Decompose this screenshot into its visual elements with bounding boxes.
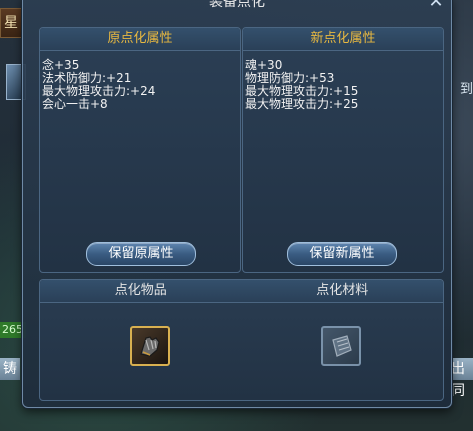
gauntlet-icon (140, 336, 160, 357)
keep-new-button[interactable]: 保留新属性 (287, 242, 397, 266)
keep-original-button[interactable]: 保留原属性 (86, 242, 196, 266)
item-slot-label: 点化物品 (114, 283, 167, 298)
material-slot[interactable] (321, 326, 361, 366)
close-icon[interactable]: ✕ (427, 0, 445, 11)
material-slot-label: 点化材料 (316, 283, 369, 298)
attribute-line: 会心一击+8 (42, 97, 108, 111)
left-tab[interactable]: 星 (0, 8, 22, 38)
left-bottom-button[interactable]: 铸 (0, 358, 20, 380)
right-side-text: 到 (459, 82, 473, 97)
original-attributes-panel: 原点化属性 念+35 法术防御力:+21 最大物理攻击力:+24 会心一击+8 … (39, 27, 241, 273)
original-attributes-heading: 原点化属性 (40, 28, 240, 51)
item-slot[interactable] (130, 326, 170, 366)
right-bottom-button[interactable]: 出同 (451, 358, 473, 399)
attribute-line: 最大物理攻击力:+25 (245, 97, 359, 111)
refine-slots-panel: 点化物品 点化材料 (39, 279, 444, 401)
new-attributes-heading: 新点化属性 (243, 28, 443, 51)
new-attributes-list: 魂+30 物理防御力:+53 最大物理攻击力:+15 最大物理攻击力:+25 (243, 51, 443, 111)
scroll-icon (332, 335, 352, 357)
refine-dialog: 装备点化 ✕ 原点化属性 念+35 法术防御力:+21 最大物理攻击力:+24 … (22, 0, 452, 408)
dialog-title: 装备点化 (209, 0, 265, 10)
refine-slots-heading: 点化物品 点化材料 (40, 280, 443, 303)
original-attributes-list: 念+35 法术防御力:+21 最大物理攻击力:+24 会心一击+8 (40, 51, 240, 111)
new-attributes-panel: 新点化属性 魂+30 物理防御力:+53 最大物理攻击力:+15 最大物理攻击力… (242, 27, 444, 273)
